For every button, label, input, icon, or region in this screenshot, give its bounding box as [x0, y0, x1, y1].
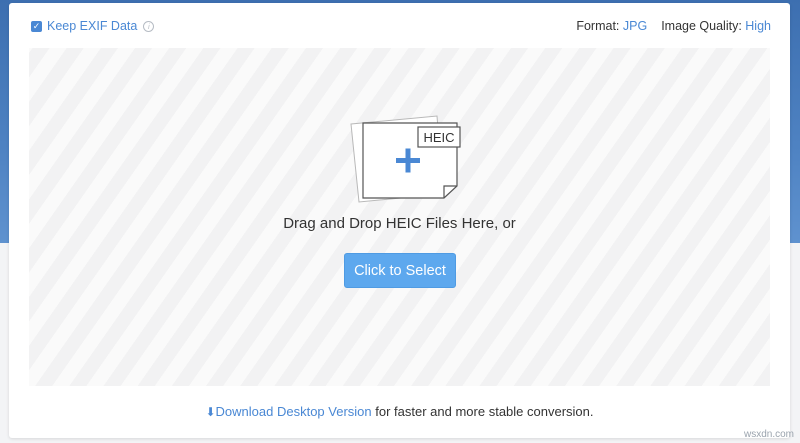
- keep-exif-label[interactable]: Keep EXIF Data: [47, 19, 137, 33]
- footer-rest-text: for faster and more stable conversion.: [375, 404, 594, 419]
- options-bar: ✓ Keep EXIF Data i Format: JPG Image Qua…: [9, 3, 790, 49]
- heic-badge: HEIC: [423, 130, 454, 145]
- quality-label: Image Quality:: [661, 19, 742, 33]
- keep-exif-toggle[interactable]: ✓ Keep EXIF Data i: [31, 19, 155, 33]
- converter-card: ✓ Keep EXIF Data i Format: JPG Image Qua…: [9, 3, 790, 438]
- file-drop-zone[interactable]: HEIC Drag and Drop HEIC Files Here, or C…: [29, 48, 770, 386]
- format-setting[interactable]: Format: JPG: [576, 19, 647, 33]
- output-settings: Format: JPG Image Quality: High: [576, 19, 771, 33]
- click-to-select-button[interactable]: Click to Select: [344, 253, 456, 288]
- quality-setting[interactable]: Image Quality: High: [661, 19, 771, 33]
- watermark: wsxdn.com: [743, 429, 794, 440]
- heic-file-icon: HEIC: [350, 115, 461, 203]
- info-icon[interactable]: i: [143, 20, 155, 32]
- format-value[interactable]: JPG: [623, 19, 647, 33]
- checkbox-checked-icon[interactable]: ✓: [31, 20, 42, 32]
- footer-note: ⬇Download Desktop Version for faster and…: [9, 404, 790, 419]
- drop-instruction: Drag and Drop HEIC Files Here, or: [283, 215, 516, 232]
- download-desktop-link[interactable]: Download Desktop Version: [216, 404, 372, 419]
- quality-value[interactable]: High: [745, 19, 771, 33]
- format-label: Format:: [576, 19, 620, 33]
- download-arrow-icon[interactable]: ⬇: [205, 405, 215, 419]
